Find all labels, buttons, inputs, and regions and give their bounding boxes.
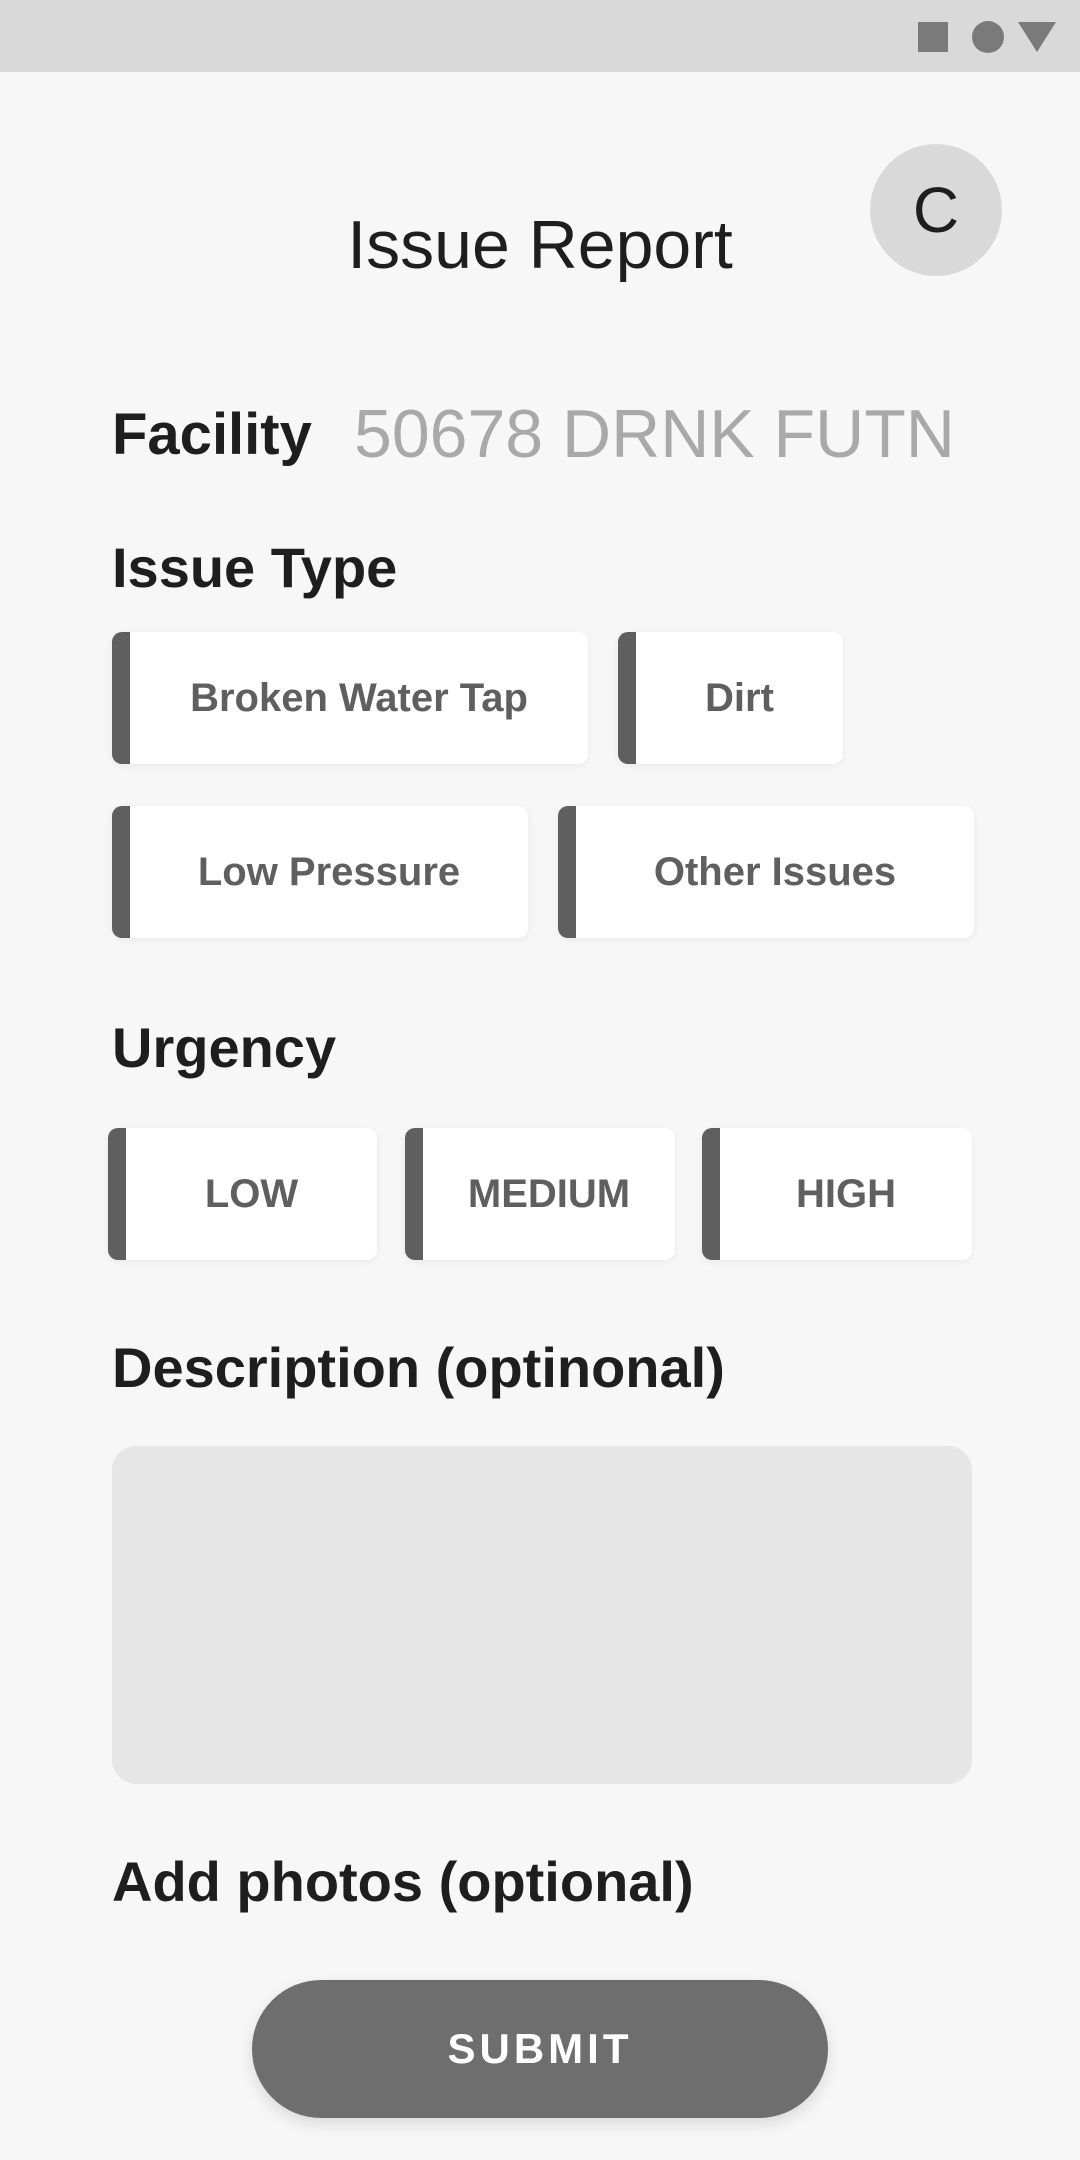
description-input[interactable] xyxy=(112,1446,972,1784)
chip-label: Other Issues xyxy=(653,849,897,894)
chip-label: LOW xyxy=(204,1171,299,1216)
square-icon xyxy=(918,22,948,52)
avatar[interactable]: C xyxy=(870,144,1002,276)
chip-label: Low Pressure xyxy=(197,849,461,894)
circle-icon xyxy=(972,21,1004,53)
chip-label: HIGH xyxy=(796,1171,896,1216)
avatar-initial: C xyxy=(912,174,960,246)
triangle-icon xyxy=(1018,22,1056,52)
facility-label: Facility xyxy=(112,402,312,467)
urgency-option-high[interactable]: HIGH xyxy=(702,1128,972,1260)
urgency-label: Urgency xyxy=(112,1016,337,1079)
urgency-option-medium[interactable]: MEDIUM xyxy=(405,1128,675,1260)
chip-label: MEDIUM xyxy=(467,1171,631,1216)
issue-option-other-issues[interactable]: Other Issues xyxy=(558,806,974,938)
chip-label: Broken Water Tap xyxy=(190,675,528,720)
submit-label: SUBMIT xyxy=(447,2025,633,2072)
issue-option-broken-water-tap[interactable]: Broken Water Tap xyxy=(112,632,588,764)
add-photos-label[interactable]: Add photos (optional) xyxy=(112,1846,694,1918)
issue-type-label: Issue Type xyxy=(112,536,398,599)
issue-option-low-pressure[interactable]: Low Pressure xyxy=(112,806,528,938)
urgency-option-low[interactable]: LOW xyxy=(108,1128,377,1260)
submit-button[interactable]: SUBMIT xyxy=(252,1980,828,2118)
description-label: Description (optinonal) xyxy=(112,1336,725,1399)
status-bar xyxy=(0,0,1080,72)
facility-value: 50678 DRNK FUTN xyxy=(354,396,955,472)
chip-label: Dirt xyxy=(705,675,774,720)
issue-option-dirt[interactable]: Dirt xyxy=(618,632,843,764)
